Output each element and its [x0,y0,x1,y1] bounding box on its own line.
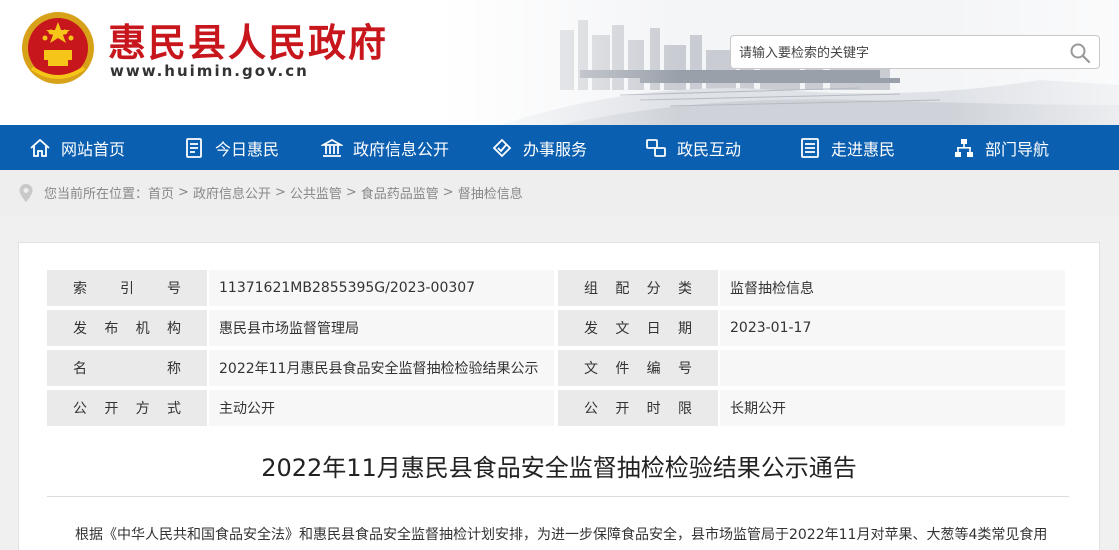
value-name: 2022年11月惠民县食品安全监督抽检检验结果公示 [209,350,554,386]
label-disclosure-period: 公 开 时 限 [558,390,718,426]
value-document-number [720,350,1065,386]
national-emblem-logo [22,12,94,84]
site-header: 惠民县人民政府 www.huimin.gov.cn [0,0,1119,125]
nav-item-label: 政府信息公开 [352,139,449,159]
breadcrumb-separator: > [345,185,357,200]
breadcrumb-home[interactable]: 首页 [148,183,174,202]
metadata-row: 名 称 2022年11月惠民县食品安全监督抽检检验结果公示 文 件 编 号 [47,350,1069,390]
home-icon [30,138,50,157]
label-publisher: 发 布 机 构 [47,310,207,346]
value-disclosure-method: 主动公开 [209,390,554,426]
nav-item-services[interactable]: 办事服务 [462,125,616,170]
breadcrumb-public-supervision[interactable]: 公共监管 [290,183,342,202]
value-issue-date: 2023-01-17 [720,310,1065,346]
nav-item-label: 政民互动 [676,139,741,159]
list-icon [801,137,819,158]
nav-item-label: 部门导航 [984,139,1049,159]
breadcrumb-separator: > [442,185,454,200]
label-index-number: 索 引 号 [47,270,207,306]
nav-item-today-huimin[interactable]: 今日惠民 [154,125,308,170]
chat-icon [646,138,666,157]
nav-item-label: 办事服务 [522,139,587,159]
org-chart-icon [954,138,973,157]
label-issue-date: 发 文 日 期 [558,310,718,346]
value-publisher: 惠民县市场监督管理局 [209,310,554,346]
metadata-row: 索 引 号 11371621MB2855395G/2023-00307 组 配 … [47,270,1069,310]
search-input[interactable] [739,42,1059,64]
breadcrumb: 您当前所在位置： 首页 > 政府信息公开 > 公共监管 > 食品药品监管 > 督… [0,170,1119,215]
handshake-icon [492,138,512,157]
location-pin-icon [19,183,33,202]
value-disclosure-period: 长期公开 [720,390,1065,426]
document-icon [186,137,202,158]
label-disclosure-method: 公 开 方 式 [47,390,207,426]
label-category: 组 配 分 类 [558,270,718,306]
nav-item-departments[interactable]: 部门导航 [924,125,1078,170]
search-icon[interactable] [1069,42,1091,64]
search-box [730,35,1100,69]
site-title: 惠民县人民政府 [108,20,389,65]
breadcrumb-gov-info[interactable]: 政府信息公开 [193,183,271,202]
nav-item-gov-info[interactable]: 政府信息公开 [308,125,462,170]
article-container: 索 引 号 11371621MB2855395G/2023-00307 组 配 … [18,242,1100,550]
label-document-number: 文 件 编 号 [558,350,718,386]
site-url: www.huimin.gov.cn [110,62,309,80]
nav-item-label: 网站首页 [60,139,125,159]
main-nav: 网站首页 今日惠民 政府信息公开 办事服务 政民互动 走进惠民 部门导航 [0,125,1119,170]
metadata-row: 发 布 机 构 惠民县市场监督管理局 发 文 日 期 2023-01-17 [47,310,1069,350]
value-category: 监督抽检信息 [720,270,1065,306]
building-icon [320,138,343,157]
label-name: 名 称 [47,350,207,386]
article-body: 根据《中华人民共和国食品安全法》和惠民县食品安全监督抽检计划安排，为进一步保障食… [75,527,1048,543]
nav-item-home[interactable]: 网站首页 [0,125,154,170]
nav-item-interaction[interactable]: 政民互动 [616,125,770,170]
breadcrumb-prefix: 您当前所在位置： [44,187,149,202]
article-title: 2022年11月惠民县食品安全监督抽检检验结果公示通告 [261,454,857,482]
title-divider [47,496,1069,497]
nav-item-label: 今日惠民 [214,139,279,159]
value-index-number: 11371621MB2855395G/2023-00307 [209,270,554,306]
nav-item-about[interactable]: 走进惠民 [770,125,924,170]
nav-item-label: 走进惠民 [830,139,895,159]
metadata-row: 公 开 方 式 主动公开 公 开 时 限 长期公开 [47,390,1069,430]
metadata-table: 索 引 号 11371621MB2855395G/2023-00307 组 配 … [47,270,1069,430]
breadcrumb-separator: > [274,185,286,200]
breadcrumb-inspection-info[interactable]: 督抽检信息 [458,183,523,202]
breadcrumb-food-drug[interactable]: 食品药品监管 [361,183,439,202]
breadcrumb-separator: > [178,185,189,200]
